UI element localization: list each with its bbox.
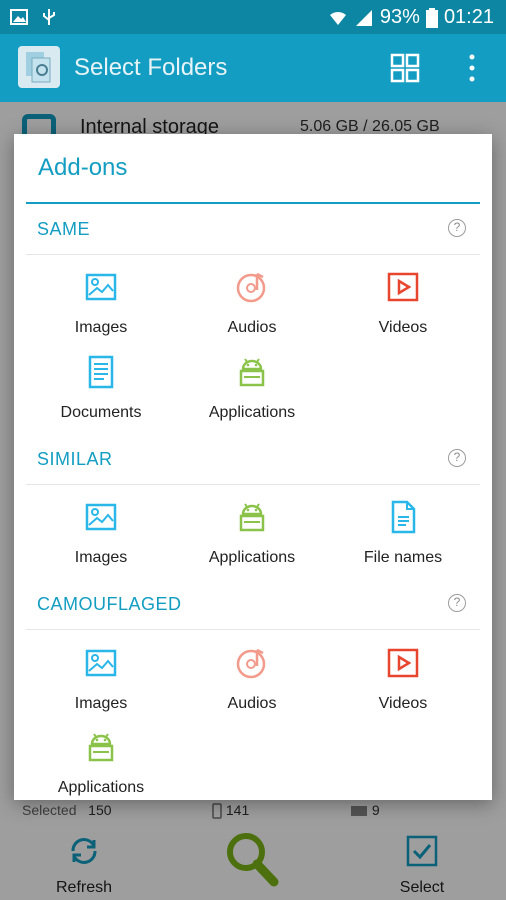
gallery-notification-icon bbox=[10, 9, 28, 25]
addon-label: Images bbox=[74, 319, 128, 336]
document-icon bbox=[88, 355, 114, 389]
audio-icon bbox=[236, 648, 266, 679]
addon-label: Applications bbox=[208, 549, 296, 566]
video-icon bbox=[387, 272, 419, 302]
section-header-same: SAME ? bbox=[26, 205, 480, 255]
title-divider bbox=[26, 202, 480, 204]
grid-view-icon[interactable] bbox=[390, 53, 420, 83]
help-icon[interactable]: ? bbox=[448, 594, 466, 612]
signal-icon bbox=[355, 9, 372, 26]
section-label: SAME bbox=[37, 219, 91, 239]
addon-same-images[interactable]: Images bbox=[26, 270, 176, 337]
wifi-icon bbox=[329, 11, 346, 25]
addon-similar-file-names[interactable]: File names bbox=[328, 500, 478, 567]
app-bar: Select Folders bbox=[0, 34, 506, 102]
addon-camouflaged-videos[interactable]: Videos bbox=[328, 646, 478, 713]
usb-icon bbox=[43, 9, 55, 25]
addon-label: Images bbox=[74, 549, 128, 566]
addon-label: Videos bbox=[378, 319, 428, 336]
status-bar: 93% 01:21 bbox=[0, 0, 506, 34]
battery-percent: 93% bbox=[379, 6, 420, 28]
addon-label: File names bbox=[363, 549, 443, 566]
file-icon bbox=[391, 500, 416, 534]
help-icon[interactable]: ? bbox=[448, 449, 466, 467]
audio-icon bbox=[236, 272, 266, 303]
more-options-icon[interactable] bbox=[462, 52, 482, 84]
page-title: Select Folders bbox=[74, 54, 228, 81]
addon-same-documents[interactable]: Documents bbox=[26, 355, 176, 422]
section-header-similar: SIMILAR ? bbox=[26, 435, 480, 485]
image-icon bbox=[85, 503, 117, 531]
help-icon[interactable]: ? bbox=[448, 219, 466, 237]
addon-same-applications[interactable]: Applications bbox=[177, 355, 327, 422]
addon-label: Videos bbox=[378, 695, 428, 712]
android-icon bbox=[239, 503, 265, 532]
addon-label: Audios bbox=[227, 319, 277, 336]
dialog-title: Add-ons bbox=[38, 154, 128, 181]
image-icon bbox=[85, 649, 117, 677]
addon-similar-applications[interactable]: Applications bbox=[177, 500, 327, 567]
addon-label: Documents bbox=[60, 404, 142, 421]
android-icon bbox=[239, 358, 265, 387]
section-label: CAMOUFLAGED bbox=[37, 594, 182, 614]
addon-label: Applications bbox=[208, 404, 296, 421]
addons-dialog: Add-ons SAME ? Images Audios Videos Docu… bbox=[14, 134, 492, 800]
addon-same-videos[interactable]: Videos bbox=[328, 270, 478, 337]
addon-camouflaged-applications[interactable]: Applications bbox=[26, 730, 176, 797]
addon-label: Images bbox=[74, 695, 128, 712]
addon-same-audios[interactable]: Audios bbox=[177, 270, 327, 337]
addon-label: Applications bbox=[57, 779, 145, 796]
battery-icon bbox=[425, 7, 438, 28]
clock: 01:21 bbox=[443, 6, 494, 28]
app-logo-icon bbox=[18, 46, 60, 88]
section-label: SIMILAR bbox=[37, 449, 113, 469]
image-icon bbox=[85, 273, 117, 301]
video-icon bbox=[387, 648, 419, 678]
addon-similar-images[interactable]: Images bbox=[26, 500, 176, 567]
addon-label: Audios bbox=[227, 695, 277, 712]
section-header-camouflaged: CAMOUFLAGED ? bbox=[26, 580, 480, 630]
android-icon bbox=[88, 733, 114, 762]
addon-camouflaged-images[interactable]: Images bbox=[26, 646, 176, 713]
addon-camouflaged-audios[interactable]: Audios bbox=[177, 646, 327, 713]
